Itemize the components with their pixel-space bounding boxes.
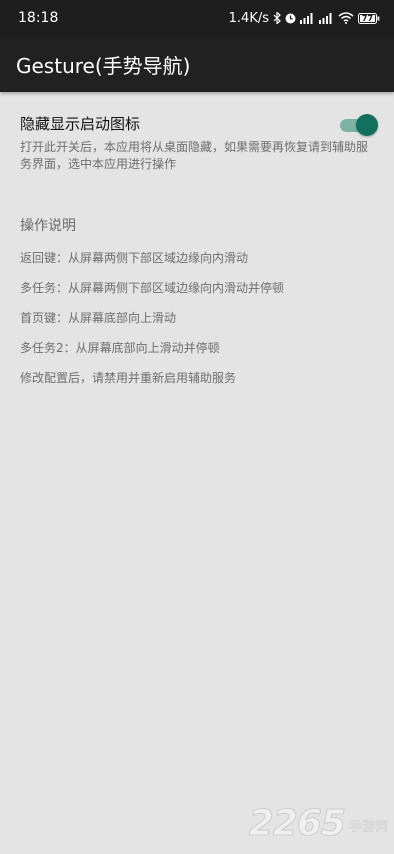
- status-time: 18:18: [18, 10, 59, 26]
- signal-icon: [319, 12, 334, 24]
- battery-level: 77: [361, 13, 374, 23]
- instructions-title: 操作说明: [20, 218, 76, 234]
- watermark-logo: 2265 手游网: [248, 803, 388, 845]
- list-item: 修改配置后，请禁用并重新启用辅助服务: [20, 371, 237, 385]
- toggle-thumb: [356, 114, 378, 136]
- hide-icon-setting[interactable]: 隐藏显示启动图标 打开此开关后，本应用将从桌面隐藏，如果需要再恢复请到辅助服务界…: [20, 112, 378, 173]
- network-speed: 1.4K/s: [228, 10, 269, 26]
- list-item: 返回键：从屏幕两侧下部区域边缘向内滑动: [20, 251, 249, 265]
- alarm-icon: [285, 13, 296, 24]
- watermark-number: 2265: [248, 803, 346, 845]
- list-item: 首页键：从屏幕底部向上滑动: [20, 311, 177, 325]
- page-title: Gesture(手势导航): [16, 53, 191, 78]
- signal-icon: [300, 12, 315, 24]
- hide-icon-toggle[interactable]: [338, 114, 378, 136]
- wifi-icon: [338, 12, 354, 24]
- instructions-list: 返回键：从屏幕两侧下部区域边缘向内滑动 多任务：从屏幕两侧下部区域边缘向内滑动并…: [20, 249, 284, 399]
- app-bar: Gesture(手势导航): [0, 36, 394, 92]
- bluetooth-icon: [273, 12, 281, 24]
- list-item: 多任务：从屏幕两侧下部区域边缘向内滑动并停顿: [20, 281, 285, 295]
- watermark-suffix: 手游网: [348, 820, 388, 835]
- setting-title: 隐藏显示启动图标: [20, 115, 141, 133]
- setting-description: 打开此开关后，本应用将从桌面隐藏，如果需要再恢复请到辅助服务界面，选中本应用进行…: [20, 140, 369, 171]
- status-bar: 18:18 1.4K/s 77: [0, 0, 394, 36]
- battery-icon: 77: [358, 12, 380, 24]
- status-icons: 1.4K/s 77: [229, 11, 380, 26]
- list-item: 多任务2：从屏幕底部向上滑动并停顿: [20, 341, 220, 355]
